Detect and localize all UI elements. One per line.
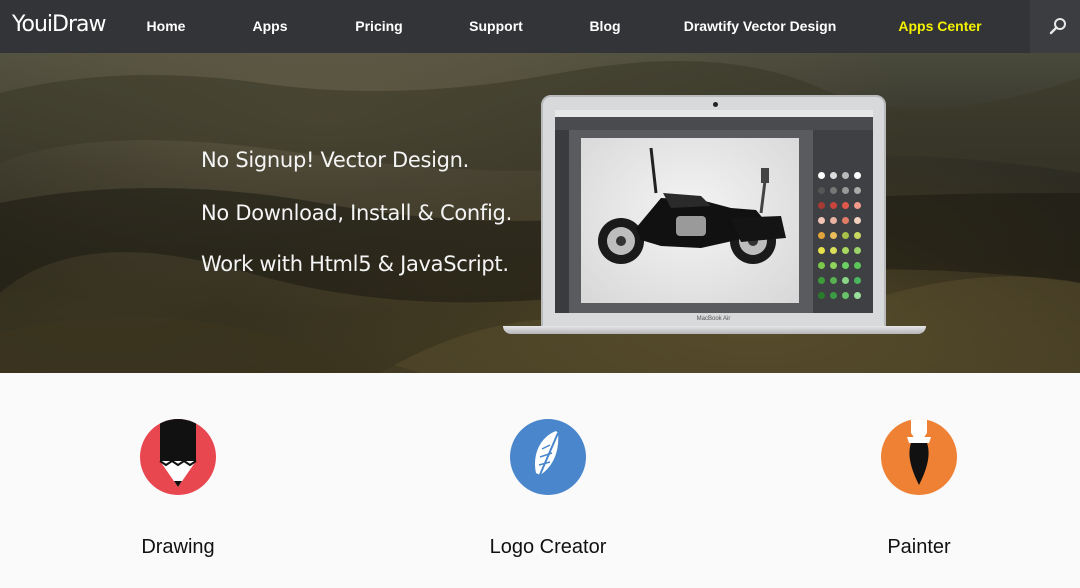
drawing-app-label[interactable]: Drawing [141, 536, 214, 559]
nav-pricing[interactable]: Pricing [355, 0, 402, 53]
pencil-icon [159, 419, 197, 487]
hero-banner: No Signup! Vector Design. No Download, I… [0, 53, 1080, 373]
search-icon [1049, 18, 1066, 35]
painter-app-icon[interactable] [881, 419, 957, 495]
nav-support[interactable]: Support [469, 0, 523, 53]
site-logo[interactable]: YouiDraw [12, 12, 106, 37]
hero-tagline-1: No Signup! Vector Design. [201, 148, 470, 172]
painter-app-label[interactable]: Painter [887, 536, 950, 559]
features-section: Drawing Logo Creator Painter [0, 373, 1080, 588]
nav-drawtify-vector-design[interactable]: Drawtify Vector Design [684, 0, 837, 53]
app-screenshot [555, 110, 873, 313]
drawing-app-icon[interactable] [140, 419, 216, 495]
nav-home[interactable]: Home [147, 0, 186, 53]
hero-tagline-2: No Download, Install & Config. [201, 201, 512, 225]
laptop-camera [713, 102, 718, 107]
logo-creator-app-label[interactable]: Logo Creator [490, 536, 607, 559]
nav-blog[interactable]: Blog [589, 0, 620, 53]
top-navigation: YouiDraw Home Apps Pricing Support Blog … [0, 0, 1080, 53]
hero-landscape-image [0, 61, 1080, 373]
motorcycle-illustration [581, 138, 799, 303]
feather-icon [534, 431, 559, 486]
search-button[interactable] [1030, 0, 1080, 53]
laptop-mockup: MacBook Air [541, 95, 886, 330]
laptop-brand-label: MacBook Air [696, 316, 731, 322]
hero-tagline-3: Work with Html5 & JavaScript. [201, 252, 509, 276]
logo-creator-app-icon[interactable] [510, 419, 586, 495]
color-palette-panel [813, 130, 873, 313]
nav-apps-center[interactable]: Apps Center [898, 0, 981, 53]
nav-apps[interactable]: Apps [253, 0, 288, 53]
brush-icon [907, 419, 931, 485]
laptop-base [503, 326, 926, 334]
